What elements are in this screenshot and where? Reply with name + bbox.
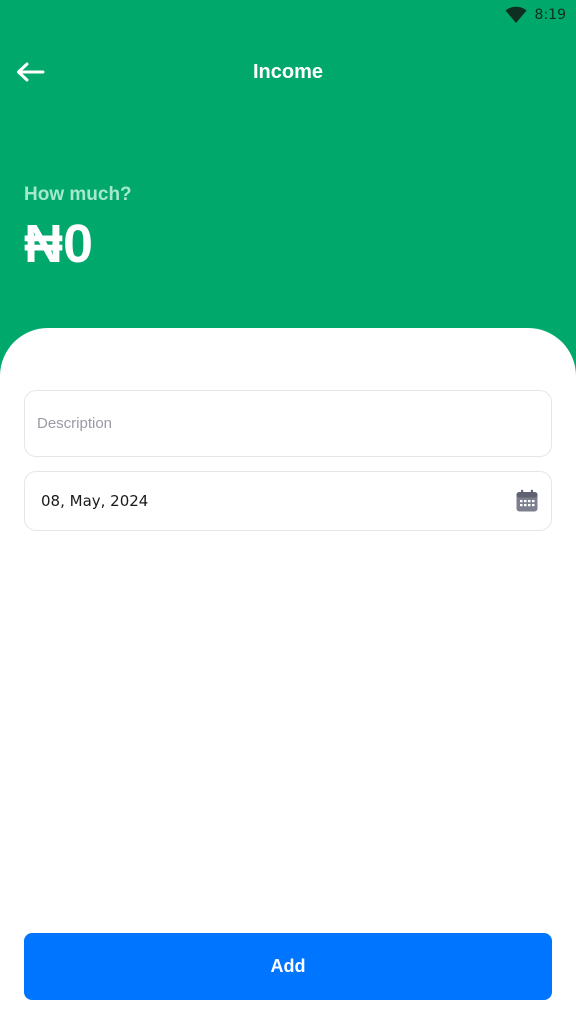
description-field[interactable]: Description bbox=[24, 390, 552, 457]
add-button[interactable]: Add bbox=[24, 933, 552, 1000]
income-screen: 8:19 Income How much? ₦0 Description 08,… bbox=[0, 0, 576, 1024]
page-title: Income bbox=[252, 60, 324, 83]
status-bar: 8:19 bbox=[0, 0, 576, 30]
amount-display[interactable]: ₦0 bbox=[24, 212, 93, 276]
date-value: 08, May, 2024 bbox=[41, 492, 149, 510]
add-button-label: Add bbox=[270, 956, 306, 976]
top-bar: Income bbox=[0, 48, 576, 96]
header: 8:19 Income How much? ₦0 bbox=[0, 0, 576, 380]
back-button[interactable] bbox=[12, 56, 48, 88]
calendar-icon[interactable] bbox=[515, 489, 539, 513]
description-placeholder: Description bbox=[37, 415, 113, 432]
amount-prompt: How much? bbox=[24, 184, 132, 205]
wifi-icon bbox=[505, 6, 527, 23]
status-time: 8:19 bbox=[534, 7, 566, 23]
arrow-left-icon bbox=[17, 62, 45, 82]
date-field[interactable]: 08, May, 2024 bbox=[24, 471, 552, 531]
